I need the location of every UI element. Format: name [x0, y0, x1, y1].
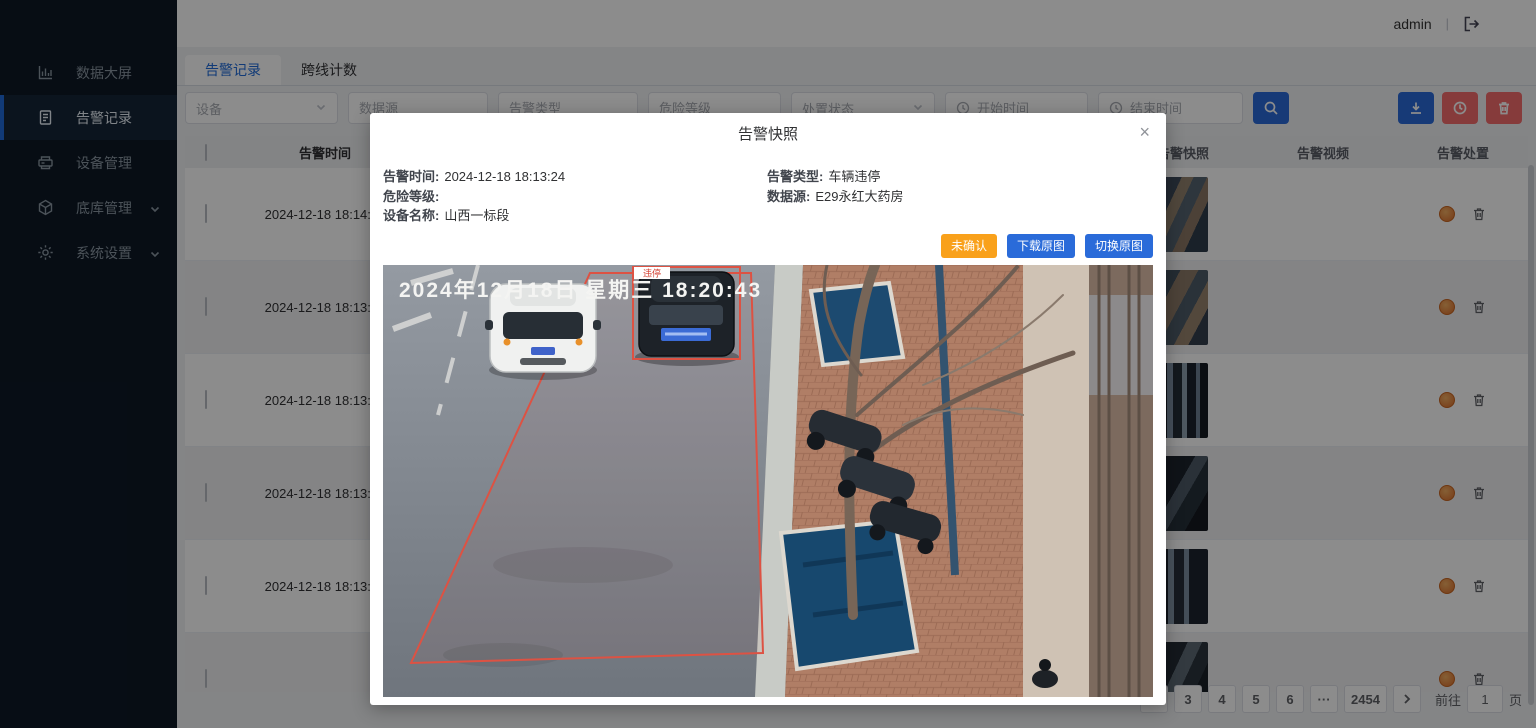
- modal-buttons: 未确认 下载原图 切换原图: [370, 226, 1166, 258]
- download-original-button[interactable]: 下载原图: [1007, 234, 1075, 258]
- modal-info: 告警时间: 2024-12-18 18:13:24 危险等级: 设备名称: 山西…: [370, 153, 1166, 226]
- unconfirmed-button[interactable]: 未确认: [941, 234, 997, 258]
- modal-header: 告警快照 ×: [370, 113, 1166, 153]
- alarm-snapshot-modal: 告警快照 × 告警时间: 2024-12-18 18:13:24 危险等级: 设…: [370, 113, 1166, 705]
- switch-original-button[interactable]: 切换原图: [1085, 234, 1153, 258]
- building-wall: [1089, 265, 1153, 697]
- modal-title: 告警快照: [738, 123, 798, 144]
- device-name-label: 设备名称:: [383, 206, 439, 226]
- alarm-type-value: 车辆违停: [828, 167, 880, 187]
- surveillance-scene: 违停 2024年12月18日 星期三 18:20:43: [383, 265, 1153, 697]
- alarm-time-value: 2024-12-18 18:13:24: [444, 167, 565, 187]
- close-icon[interactable]: ×: [1139, 123, 1150, 141]
- datasource-value: E29永红大药房: [815, 187, 903, 207]
- bbox-label: 违停: [643, 267, 661, 278]
- alarm-time-label: 告警时间:: [383, 167, 439, 187]
- pavement-strip: [1023, 265, 1089, 697]
- camera-timestamp: 2024年12月18日 星期三 18:20:43: [399, 278, 762, 302]
- datasource-label: 数据源:: [767, 187, 810, 207]
- device-name-value: 山西一标段: [444, 206, 509, 226]
- risk-level-label: 危险等级:: [383, 187, 439, 207]
- alarm-type-label: 告警类型:: [767, 167, 823, 187]
- snapshot-image: 违停 2024年12月18日 星期三 18:20:43: [383, 265, 1153, 697]
